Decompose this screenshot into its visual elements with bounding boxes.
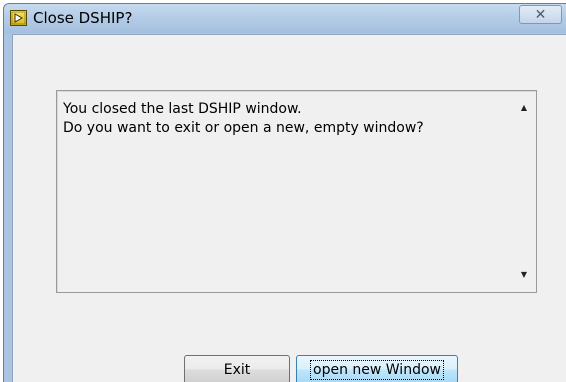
close-button[interactable]: ✕ bbox=[519, 5, 562, 24]
message-line-2: Do you want to exit or open a new, empty… bbox=[63, 120, 424, 136]
message-textbox[interactable]: You closed the last DSHIP window. Do you… bbox=[56, 90, 537, 293]
message-text: You closed the last DSHIP window. Do you… bbox=[63, 100, 503, 138]
message-line-1: You closed the last DSHIP window. bbox=[63, 101, 302, 117]
open-new-window-button[interactable]: open new Window bbox=[296, 355, 458, 382]
app-icon bbox=[10, 10, 27, 26]
window-title: Close DSHIP? bbox=[33, 9, 133, 27]
dialog-body: You closed the last DSHIP window. Do you… bbox=[12, 34, 566, 382]
exit-button-label: Exit bbox=[223, 361, 251, 378]
scroll-down-arrow-icon[interactable]: ▼ bbox=[518, 270, 530, 280]
exit-button[interactable]: Exit bbox=[184, 355, 290, 382]
close-icon: ✕ bbox=[534, 6, 547, 23]
dialog-window: Close DSHIP? ✕ You closed the last DSHIP… bbox=[3, 3, 566, 382]
scroll-up-arrow-icon[interactable]: ▲ bbox=[518, 103, 530, 113]
open-new-window-button-label: open new Window bbox=[310, 359, 444, 380]
title-bar[interactable]: Close DSHIP? ✕ bbox=[4, 4, 566, 33]
